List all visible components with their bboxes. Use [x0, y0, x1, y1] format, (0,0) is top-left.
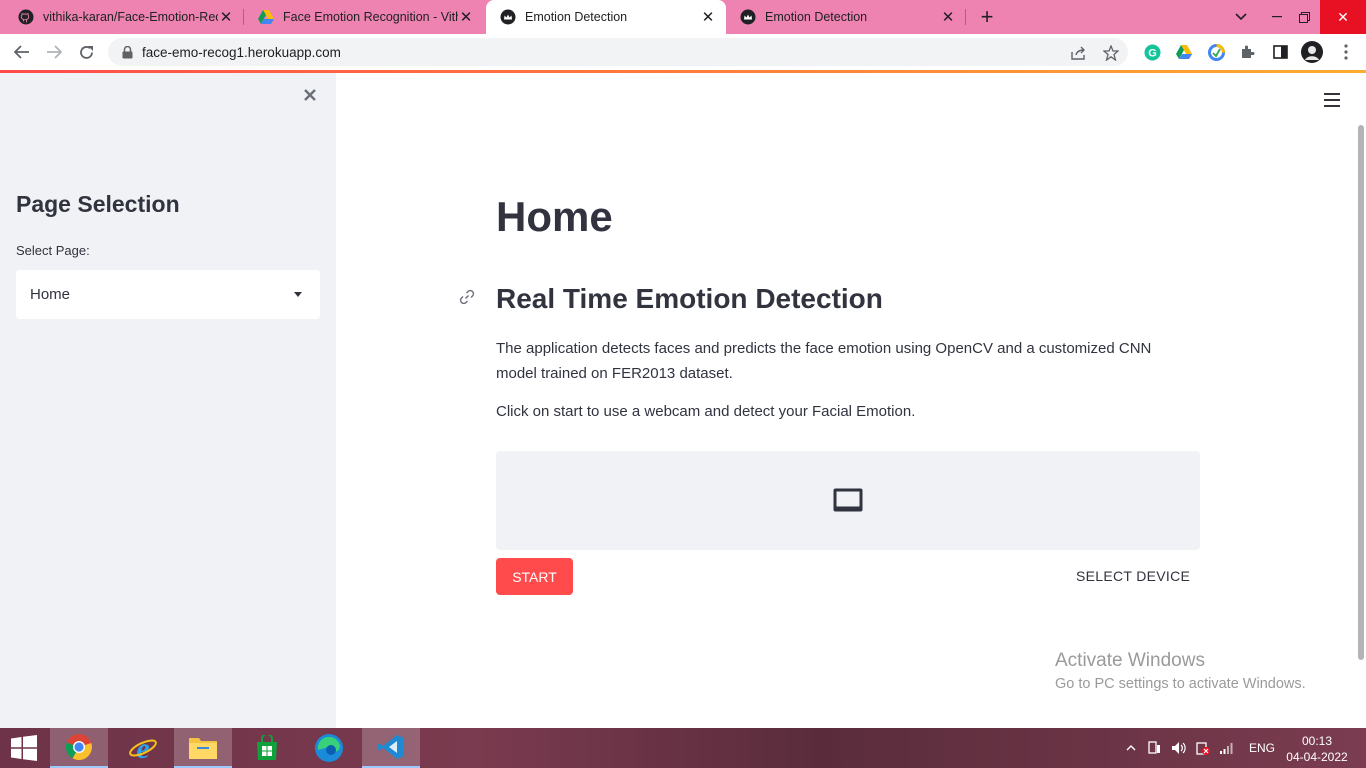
section-heading: Real Time Emotion Detection: [496, 283, 883, 314]
tab-emotion-detection-active[interactable]: Emotion Detection ✕: [486, 0, 726, 34]
google-drive-icon: [258, 9, 274, 25]
instruction-text: Click on start to use a webcam and detec…: [496, 403, 916, 420]
browser-tab-strip: vithika-karan/Face-Emotion-Recognition ✕…: [0, 0, 1366, 34]
streamlit-crown-icon: [740, 9, 756, 25]
tab-close-icon[interactable]: ✕: [218, 9, 234, 26]
tab-search-chevron-icon[interactable]: [1227, 0, 1255, 34]
color-wheel-extension-icon[interactable]: [1207, 43, 1225, 61]
laptop-camera-icon: [832, 487, 864, 515]
grammarly-icon[interactable]: G: [1143, 43, 1161, 61]
system-clock[interactable]: 00:13 04-04-2022: [1286, 733, 1348, 765]
sidebar: Page Selection Select Page: Home: [0, 73, 336, 728]
bookmark-star-icon[interactable]: [1102, 44, 1120, 62]
svg-text:G: G: [1148, 47, 1157, 59]
browser-menu-icon[interactable]: [1337, 43, 1355, 61]
caret-down-icon: [294, 292, 302, 297]
lock-icon[interactable]: [120, 45, 134, 59]
streamlit-crown-icon: [500, 9, 516, 25]
github-icon: [18, 9, 34, 25]
activate-windows-watermark: Activate Windows Go to PC settings to ac…: [1055, 650, 1306, 692]
select-page-label: Select Page:: [16, 243, 90, 258]
tab-divider: [965, 9, 966, 25]
windows-start-icon[interactable]: [0, 728, 48, 768]
share-icon[interactable]: [1070, 44, 1088, 62]
taskbar-edge-icon[interactable]: [300, 728, 358, 768]
tab-title: Emotion Detection: [525, 10, 628, 24]
tab-close-icon[interactable]: ✕: [940, 9, 956, 26]
start-button[interactable]: START: [496, 558, 573, 595]
network-device-icon[interactable]: [1146, 728, 1162, 768]
webcam-video-placeholder: [496, 451, 1200, 550]
clock-date: 04-04-2022: [1286, 750, 1348, 764]
browser-toolbar: face-emo-recog1.herokuapp.com G: [0, 34, 1366, 70]
activate-windows-title: Activate Windows: [1055, 650, 1205, 671]
page-scrollbar[interactable]: [1358, 125, 1364, 660]
select-device-button[interactable]: SELECT DEVICE: [1076, 568, 1190, 584]
tab-emotion-detection[interactable]: Emotion Detection ✕: [726, 0, 966, 34]
tab-title: Face Emotion Recognition - Vithika: [283, 10, 458, 24]
show-hidden-icons-chevron-icon[interactable]: [1126, 728, 1136, 768]
new-tab-button[interactable]: +: [975, 4, 999, 29]
profile-avatar[interactable]: [1301, 41, 1323, 63]
tab-title: vithika-karan/Face-Emotion-Recognition: [43, 10, 218, 24]
taskbar-chrome-icon[interactable]: [50, 728, 108, 768]
url-text: face-emo-recog1.herokuapp.com: [142, 44, 341, 60]
tab-title: Emotion Detection: [765, 10, 868, 24]
taskbar-file-explorer-icon[interactable]: [174, 728, 232, 768]
taskbar-store-icon[interactable]: [238, 728, 296, 768]
tab-close-icon[interactable]: ✕: [458, 9, 474, 26]
sidebar-heading: Page Selection: [16, 191, 180, 217]
page-select-dropdown[interactable]: Home: [16, 270, 320, 319]
extensions-puzzle-icon[interactable]: [1239, 43, 1257, 61]
page-title: Home: [496, 193, 613, 240]
close-sidebar-icon[interactable]: [300, 85, 320, 105]
taskbar-vscode-icon[interactable]: [362, 728, 420, 768]
reload-button[interactable]: [74, 40, 98, 64]
volume-icon[interactable]: [1171, 728, 1187, 768]
description-text: The application detects faces and predic…: [496, 340, 1152, 382]
google-drive-extension-icon[interactable]: [1175, 43, 1193, 61]
svg-text:e: e: [136, 733, 149, 763]
anchor-link-icon[interactable]: [458, 288, 476, 306]
minimize-button[interactable]: [1263, 0, 1291, 34]
activate-windows-subtitle: Go to PC settings to activate Windows.: [1055, 676, 1306, 692]
clock-time: 00:13: [1301, 734, 1333, 748]
input-language-indicator[interactable]: ENG: [1249, 728, 1275, 768]
close-window-button[interactable]: ✕: [1320, 0, 1366, 34]
taskbar-internet-explorer-icon[interactable]: e: [114, 728, 172, 768]
windows-taskbar: e ENG 00:13 04-04-2022: [0, 728, 1366, 768]
back-button[interactable]: [10, 40, 34, 64]
address-bar[interactable]: face-emo-recog1.herokuapp.com: [108, 38, 1128, 66]
side-panel-icon[interactable]: [1271, 43, 1289, 61]
page-select-value: Home: [30, 286, 71, 303]
tab-github[interactable]: vithika-karan/Face-Emotion-Recognition ✕: [4, 0, 244, 34]
main-content: Home Real Time Emotion Detection The app…: [336, 73, 1366, 728]
hamburger-menu-icon[interactable]: [1324, 93, 1340, 107]
tab-google-drive[interactable]: Face Emotion Recognition - Vithika ✕: [244, 0, 484, 34]
tab-close-icon[interactable]: ✕: [700, 9, 716, 26]
battery-warning-icon[interactable]: [1195, 728, 1211, 768]
restore-button[interactable]: [1290, 0, 1318, 34]
signal-strength-icon[interactable]: [1219, 728, 1233, 768]
forward-button[interactable]: [42, 40, 66, 64]
